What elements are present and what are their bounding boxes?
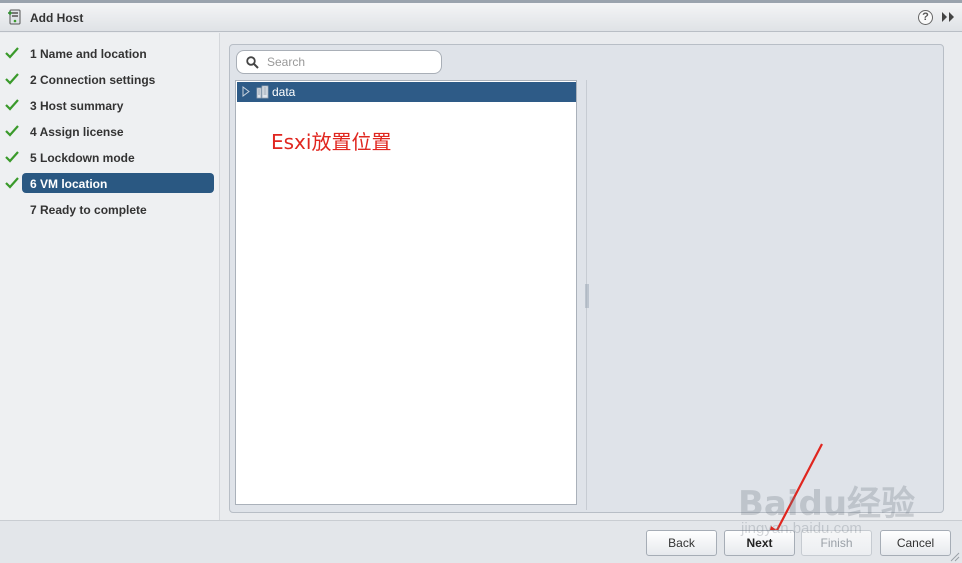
tree-item-data[interactable]: data bbox=[237, 82, 576, 102]
dialog-title-bar: Add Host ? bbox=[0, 3, 962, 32]
search-box[interactable] bbox=[236, 50, 442, 74]
wizard-step-label: 5 Lockdown mode bbox=[30, 151, 135, 165]
wizard-step-assign-license[interactable]: 4 Assign license bbox=[0, 121, 220, 141]
wizard-step-label: 1 Name and location bbox=[30, 47, 147, 61]
wizard-step-label: 4 Assign license bbox=[30, 125, 124, 139]
dialog-title: Add Host bbox=[30, 11, 84, 25]
wizard-steps-sidebar: 1 Name and location 2 Connection setting… bbox=[0, 33, 220, 520]
checkmark-icon bbox=[5, 99, 19, 111]
datacenter-icon bbox=[256, 85, 269, 99]
checkmark-icon bbox=[5, 125, 19, 137]
help-icon[interactable]: ? bbox=[918, 10, 933, 25]
splitter-grip-icon[interactable] bbox=[585, 284, 589, 308]
add-host-icon bbox=[8, 9, 21, 25]
checkmark-icon bbox=[5, 47, 19, 59]
tree-item-label: data bbox=[272, 85, 296, 99]
wizard-step-host-summary[interactable]: 3 Host summary bbox=[0, 95, 220, 115]
wizard-step-label: 6 VM location bbox=[30, 177, 108, 191]
checkmark-icon bbox=[5, 151, 19, 163]
wizard-step-label: 7 Ready to complete bbox=[30, 203, 147, 217]
annotation-text: Esxi放置位置 bbox=[271, 130, 392, 154]
wizard-step-name-and-location[interactable]: 1 Name and location bbox=[0, 43, 220, 63]
resize-grip-icon[interactable] bbox=[948, 550, 960, 562]
baidu-watermark: Baidu经验 jingyan.baidu.com bbox=[738, 476, 918, 546]
back-button[interactable]: Back bbox=[646, 530, 717, 556]
watermark-logo: Baidu经验 bbox=[738, 484, 916, 524]
wizard-step-lockdown-mode[interactable]: 5 Lockdown mode bbox=[0, 147, 220, 167]
expand-triangle-icon[interactable] bbox=[242, 86, 250, 97]
search-input[interactable] bbox=[267, 54, 435, 70]
checkmark-icon bbox=[5, 177, 19, 189]
wizard-step-connection-settings[interactable]: 2 Connection settings bbox=[0, 69, 220, 89]
wizard-step-ready-to-complete[interactable]: 7 Ready to complete bbox=[0, 199, 220, 219]
double-chevron-right-icon[interactable] bbox=[941, 11, 955, 23]
search-icon bbox=[246, 56, 259, 69]
wizard-step-label: 2 Connection settings bbox=[30, 73, 156, 87]
watermark-url: jingyan.baidu.com bbox=[741, 520, 862, 537]
wizard-step-vm-location[interactable]: 6 VM location bbox=[0, 173, 220, 193]
wizard-step-label: 3 Host summary bbox=[30, 99, 124, 113]
checkmark-icon bbox=[5, 73, 19, 85]
